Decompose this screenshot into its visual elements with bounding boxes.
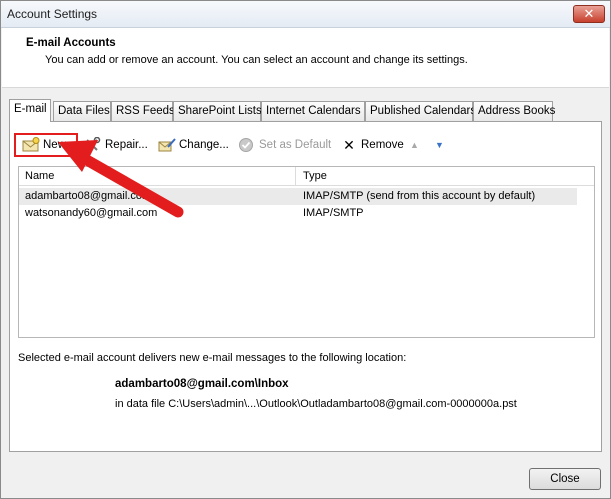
new-account-label: New... [43,139,75,151]
delivery-location-label: Selected e-mail account delivers new e-m… [18,352,407,364]
account-row[interactable]: adambarto08@gmail.com IMAP/SMTP (send fr… [19,188,577,205]
tab-address-books[interactable]: Address Books [473,101,555,121]
tab-email[interactable]: E-mail [9,99,51,122]
close-icon: ✕ [583,6,595,21]
remove-label: Remove [361,139,404,151]
up-arrow-icon: ▲ [410,140,419,150]
set-as-default-label: Set as Default [259,139,332,151]
down-arrow-icon: ▼ [435,140,444,150]
tab-sharepoint-lists[interactable]: SharePoint Lists [173,101,262,121]
change-icon [158,138,176,152]
accounts-list: Name Type adambarto08@gmail.com IMAP/SMT… [18,166,595,338]
account-settings-window: Account Settings ✕ E-mail Accounts You c… [0,0,611,499]
delivery-location-path: adambarto08@gmail.com\Inbox [115,378,289,390]
account-type: IMAP/SMTP (send from this account by def… [303,190,536,202]
tab-internet-calendars[interactable]: Internet Calendars [261,101,365,121]
account-row[interactable]: watsonandy60@gmail.com IMAP/SMTP [19,205,577,222]
tab-rss-feeds[interactable]: RSS Feeds [111,101,175,121]
column-header-name[interactable]: Name [25,170,54,182]
account-name: adambarto08@gmail.com [25,190,152,202]
set-as-default-button[interactable]: Set as Default [238,134,331,156]
header-title: E-mail Accounts [26,37,116,49]
accounts-toolbar: New... Repair... Change... Set as Defaul… [10,122,601,162]
move-down-button[interactable]: ▼ [435,134,444,156]
new-account-button[interactable]: New... [14,133,78,157]
remove-icon: ✕ [343,137,355,153]
header-description: You can add or remove an account. You ca… [45,54,468,66]
repair-button[interactable]: Repair... [84,134,148,156]
accounts-list-header: Name Type [19,167,594,186]
tab-data-files[interactable]: Data Files [53,101,111,121]
email-tab-panel: New... Repair... Change... Set as Defaul… [9,121,602,452]
repair-label: Repair... [105,139,148,151]
close-button[interactable]: Close [529,468,601,490]
account-type: IMAP/SMTP [303,207,364,219]
delivery-data-file: in data file C:\Users\admin\...\Outlook\… [115,398,517,410]
remove-button[interactable]: ✕ Remove [340,134,404,156]
check-icon [239,138,253,152]
header-panel: E-mail Accounts You can add or remove an… [2,28,609,88]
window-title: Account Settings [7,7,98,21]
account-name: watsonandy60@gmail.com [25,207,158,219]
column-header-type[interactable]: Type [303,170,327,182]
window-close-button[interactable]: ✕ [573,5,605,23]
title-bar: Account Settings ✕ [1,1,610,28]
change-button[interactable]: Change... [158,134,229,156]
change-label: Change... [179,139,229,151]
new-account-icon [22,137,40,152]
move-up-button[interactable]: ▲ [410,134,419,156]
tab-published-calendars[interactable]: Published Calendars [365,101,476,121]
repair-icon [86,137,101,151]
